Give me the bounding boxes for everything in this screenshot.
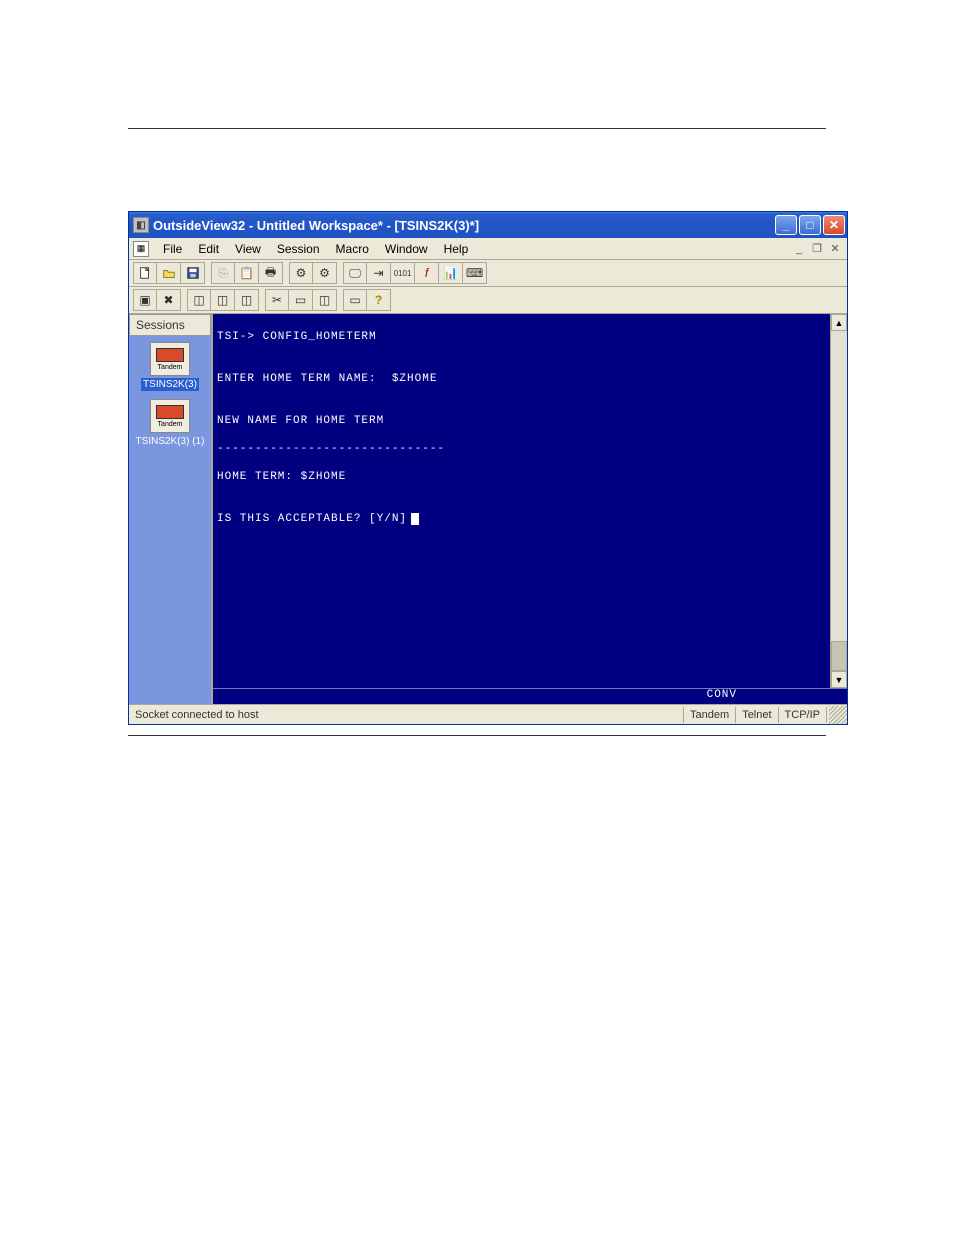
terminal-icon: Tandem xyxy=(150,399,190,433)
cursor xyxy=(411,513,419,525)
print-icon: 🖶 xyxy=(265,263,276,284)
open-button[interactable] xyxy=(157,262,181,284)
minimize-button[interactable]: _ xyxy=(775,215,797,235)
scroll-down-button[interactable]: ▼ xyxy=(831,671,847,688)
tool-f-button[interactable]: ✂ xyxy=(265,289,289,311)
close-button[interactable]: ✕ xyxy=(823,215,845,235)
divider-top xyxy=(128,128,826,129)
menu-help[interactable]: Help xyxy=(436,240,477,258)
monitor-icon: 🖵 xyxy=(349,266,361,281)
mdi-restore-button[interactable]: ❐ xyxy=(809,242,825,256)
tool-g-icon: ▭ xyxy=(295,293,306,307)
app-window: ◧ OutsideView32 - Untitled Workspace* - … xyxy=(128,211,848,725)
mdi-minimize-button[interactable]: _ xyxy=(791,242,807,256)
function-icon: f xyxy=(425,266,428,280)
menu-file[interactable]: File xyxy=(155,240,190,258)
divider-bottom xyxy=(128,735,826,736)
print-button[interactable]: 🖶 xyxy=(259,262,283,284)
terminal-line: HOME TERM: $ZHOME xyxy=(217,470,826,484)
chart-button[interactable]: 📊 xyxy=(439,262,463,284)
toolbar-main: ⎘ 📋 🖶 ⚙ ⚙ 🖵 ⇥ 0101 f 📊 ⌨ xyxy=(129,260,847,287)
terminal-icon: Tandem xyxy=(150,342,190,376)
terminal-wrap: TSI-> CONFIG_HOMETERM ENTER HOME TERM NA… xyxy=(211,314,847,704)
tool-e-icon: ◫ xyxy=(241,293,252,307)
session-label: TSINS2K(3) (1) xyxy=(136,436,205,447)
gears-icon: ⚙ xyxy=(319,266,330,280)
copy-icon: ⎘ xyxy=(218,266,228,281)
app-icon: ◧ xyxy=(133,217,149,233)
mdi-close-button[interactable]: ✕ xyxy=(827,242,843,256)
tool-d-button[interactable]: ◫ xyxy=(211,289,235,311)
tool-a-button[interactable]: ▣ xyxy=(133,289,157,311)
menu-view[interactable]: View xyxy=(227,240,269,258)
help-tool-button[interactable]: ? xyxy=(367,289,391,311)
connect-icon: ⇥ xyxy=(373,266,383,280)
menu-window[interactable]: Window xyxy=(377,240,436,258)
tool-c-button[interactable]: ◫ xyxy=(187,289,211,311)
status-cell-transport: TCP/IP xyxy=(779,707,827,723)
tool-e-button[interactable]: ◫ xyxy=(235,289,259,311)
tool-h-icon: ◫ xyxy=(319,293,330,307)
binary-button[interactable]: 0101 xyxy=(391,262,415,284)
sessions-panel: Sessions Tandem TSINS2K(3) Tandem TSINS2… xyxy=(129,314,211,704)
copy-button[interactable]: ⎘ xyxy=(211,262,235,284)
paste-button[interactable]: 📋 xyxy=(235,262,259,284)
tool-h-button[interactable]: ◫ xyxy=(313,289,337,311)
tool-i-button[interactable]: ▭ xyxy=(343,289,367,311)
tool-d-icon: ◫ xyxy=(217,293,228,307)
settings2-button[interactable]: ⚙ xyxy=(313,262,337,284)
scroll-track[interactable] xyxy=(831,331,847,671)
scroll-up-button[interactable]: ▲ xyxy=(831,314,847,331)
tool-b-button[interactable]: ✖ xyxy=(157,289,181,311)
tool-b-icon: ✖ xyxy=(163,293,173,307)
menu-session[interactable]: Session xyxy=(269,240,328,258)
tool-i-icon: ▭ xyxy=(349,293,360,307)
status-cell-protocol: Telnet xyxy=(736,707,778,723)
menu-macro[interactable]: Macro xyxy=(328,240,377,258)
mdi-document-icon[interactable]: ▦ xyxy=(133,241,149,257)
menu-edit[interactable]: Edit xyxy=(190,240,227,258)
save-button[interactable] xyxy=(181,262,205,284)
chart-icon: 📊 xyxy=(443,266,458,280)
maximize-button[interactable]: □ xyxy=(799,215,821,235)
terminal-mode: CONV xyxy=(213,688,847,704)
settings1-button[interactable]: ⚙ xyxy=(289,262,313,284)
tool-c-icon: ◫ xyxy=(193,293,204,307)
terminal-line: ENTER HOME TERM NAME: $ZHOME xyxy=(217,372,826,386)
terminal-line: IS THIS ACCEPTABLE? [Y/N] xyxy=(217,512,826,526)
binary-icon: 0101 xyxy=(394,269,412,278)
statusbar: Socket connected to host Tandem Telnet T… xyxy=(129,704,847,724)
help-icon: ? xyxy=(375,293,382,307)
client-area: Sessions Tandem TSINS2K(3) Tandem TSINS2… xyxy=(129,314,847,704)
sessions-header: Sessions xyxy=(129,314,211,336)
terminal-line: NEW NAME FOR HOME TERM xyxy=(217,414,826,428)
keyboard-icon: ⌨ xyxy=(466,266,483,280)
vertical-scrollbar[interactable]: ▲ ▼ xyxy=(830,314,847,688)
keyboard-button[interactable]: ⌨ xyxy=(463,262,487,284)
terminal-line: TSI-> CONFIG_HOMETERM xyxy=(217,330,826,344)
function-button[interactable]: f xyxy=(415,262,439,284)
scroll-thumb[interactable] xyxy=(831,641,847,671)
resize-grip[interactable] xyxy=(829,706,847,724)
gear-icon: ⚙ xyxy=(296,266,307,280)
tool-a-icon: ▣ xyxy=(139,293,150,307)
connect-button[interactable]: ⇥ xyxy=(367,262,391,284)
status-message: Socket connected to host xyxy=(129,707,684,723)
tool-f-icon: ✂ xyxy=(272,293,282,307)
session-item-1[interactable]: Tandem TSINS2K(3) (1) xyxy=(134,399,206,447)
tool-g-button[interactable]: ▭ xyxy=(289,289,313,311)
status-cell-terminal: Tandem xyxy=(684,707,736,723)
new-button[interactable] xyxy=(133,262,157,284)
terminal[interactable]: TSI-> CONFIG_HOMETERM ENTER HOME TERM NA… xyxy=(213,314,830,688)
window-title: OutsideView32 - Untitled Workspace* - [T… xyxy=(153,218,775,233)
monitor-button[interactable]: 🖵 xyxy=(343,262,367,284)
menubar: ▦ File Edit View Session Macro Window He… xyxy=(129,238,847,260)
titlebar: ◧ OutsideView32 - Untitled Workspace* - … xyxy=(129,212,847,238)
session-label: TSINS2K(3) xyxy=(141,378,199,391)
paste-icon: 📋 xyxy=(239,266,254,280)
session-item-0[interactable]: Tandem TSINS2K(3) xyxy=(134,342,206,391)
toolbar-secondary: ▣ ✖ ◫ ◫ ◫ ✂ ▭ ◫ ▭ ? xyxy=(129,287,847,314)
terminal-line: ------------------------------ xyxy=(217,442,826,456)
